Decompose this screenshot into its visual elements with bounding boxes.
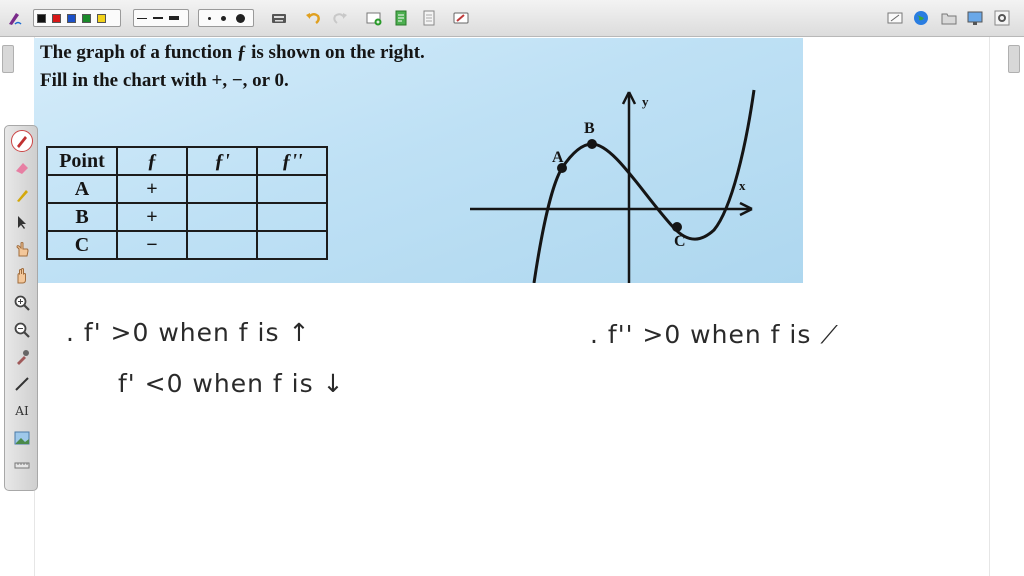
image-icon[interactable] (11, 427, 33, 449)
folder-icon[interactable] (940, 9, 958, 27)
tool-palette: AI (4, 125, 38, 491)
undo-icon[interactable] (304, 9, 322, 27)
line-icon[interactable] (11, 373, 33, 395)
hand-icon[interactable] (11, 265, 33, 287)
note-increasing-rule: . f' >0 when f is ↑ (66, 318, 311, 347)
table-row: B + (46, 202, 328, 232)
table-cell-fp (186, 230, 258, 260)
clear-board-icon[interactable] (452, 9, 470, 27)
table-cell-point: A (46, 174, 118, 204)
color-palette[interactable] (33, 9, 121, 27)
y-axis-label: y (642, 94, 649, 109)
keyboard-icon[interactable] (270, 9, 288, 27)
screen-icon[interactable] (966, 9, 984, 27)
point-size-picker[interactable] (198, 9, 254, 27)
point-size-medium[interactable] (220, 15, 226, 21)
line-width-picker[interactable] (133, 9, 189, 27)
x-axis-label: x (739, 178, 746, 193)
point-c-label: C (674, 233, 686, 250)
eyedropper-icon[interactable] (11, 346, 33, 368)
point-b-marker (587, 139, 597, 149)
ruler-icon[interactable] (11, 454, 33, 476)
color-swatch-yellow[interactable] (97, 13, 106, 23)
table-cell-point: C (46, 230, 118, 260)
new-page-icon[interactable] (365, 9, 383, 27)
table-cell-fpp (256, 202, 328, 232)
point-a-label: A (552, 149, 564, 166)
table-cell-f: + (116, 174, 188, 204)
table-cell-fpp (256, 230, 328, 260)
point-size-small[interactable] (207, 16, 211, 20)
table-cell-fp (186, 174, 258, 204)
text-icon[interactable]: AI (11, 400, 33, 422)
line-width-medium[interactable] (153, 17, 163, 19)
eraser-icon[interactable] (11, 157, 33, 179)
whiteboard-icon[interactable] (886, 9, 904, 27)
pen-icon[interactable] (11, 130, 33, 152)
function-graph: y x A B C (470, 89, 756, 283)
table-cell-f: + (116, 202, 188, 232)
zoom-in-icon[interactable] (11, 292, 33, 314)
zoom-out-icon[interactable] (11, 319, 33, 341)
top-toolbar (0, 0, 1024, 37)
color-swatch-red[interactable] (52, 13, 61, 23)
point-b-label: B (584, 120, 595, 137)
text-tool-label: AI (15, 404, 29, 418)
line-width-thick[interactable] (169, 16, 179, 20)
highlighter-icon[interactable] (11, 184, 33, 206)
problem-instruction-line2: Fill in the chart with +, −, or 0. (40, 70, 289, 91)
table-header-row: Point ƒ ƒ' ƒ'' (46, 146, 328, 176)
left-scroll-tab[interactable] (2, 45, 14, 73)
table-header: ƒ' (186, 146, 258, 176)
delete-page-icon[interactable] (420, 9, 438, 27)
table-row: C − (46, 230, 328, 260)
right-scroll-tab[interactable] (1008, 45, 1020, 73)
function-curve (532, 89, 756, 283)
color-swatch-green[interactable] (82, 13, 91, 23)
hand-point-icon[interactable] (11, 238, 33, 260)
color-swatch-blue[interactable] (67, 13, 76, 23)
copy-page-icon[interactable] (392, 9, 410, 27)
app-logo-icon[interactable] (6, 9, 24, 27)
table-cell-fpp (256, 174, 328, 204)
table-cell-fp (186, 202, 258, 232)
sign-chart-table: Point ƒ ƒ' ƒ'' A + B + C − (46, 146, 328, 260)
line-width-thin[interactable] (137, 17, 147, 19)
settings-icon[interactable] (993, 9, 1011, 27)
point-size-large[interactable] (235, 13, 245, 23)
redo-icon[interactable] (331, 9, 349, 27)
table-header: Point (46, 146, 118, 176)
select-icon[interactable] (11, 211, 33, 233)
note-decreasing-rule: f' <0 when f is ↓ (118, 369, 345, 398)
table-header: ƒ (116, 146, 188, 176)
table-cell-f: − (116, 230, 188, 260)
problem-image: The graph of a function ƒ is shown on th… (34, 38, 803, 283)
table-header: ƒ'' (256, 146, 328, 176)
table-row: A + (46, 174, 328, 204)
problem-instruction-line1: The graph of a function ƒ is shown on th… (40, 42, 425, 63)
globe-icon[interactable] (912, 9, 930, 27)
point-c-marker (672, 222, 682, 232)
table-cell-point: B (46, 202, 118, 232)
note-concavity-rule: . f'' >0 when f is ⟋ (590, 320, 839, 349)
color-swatch-black[interactable] (37, 13, 46, 23)
